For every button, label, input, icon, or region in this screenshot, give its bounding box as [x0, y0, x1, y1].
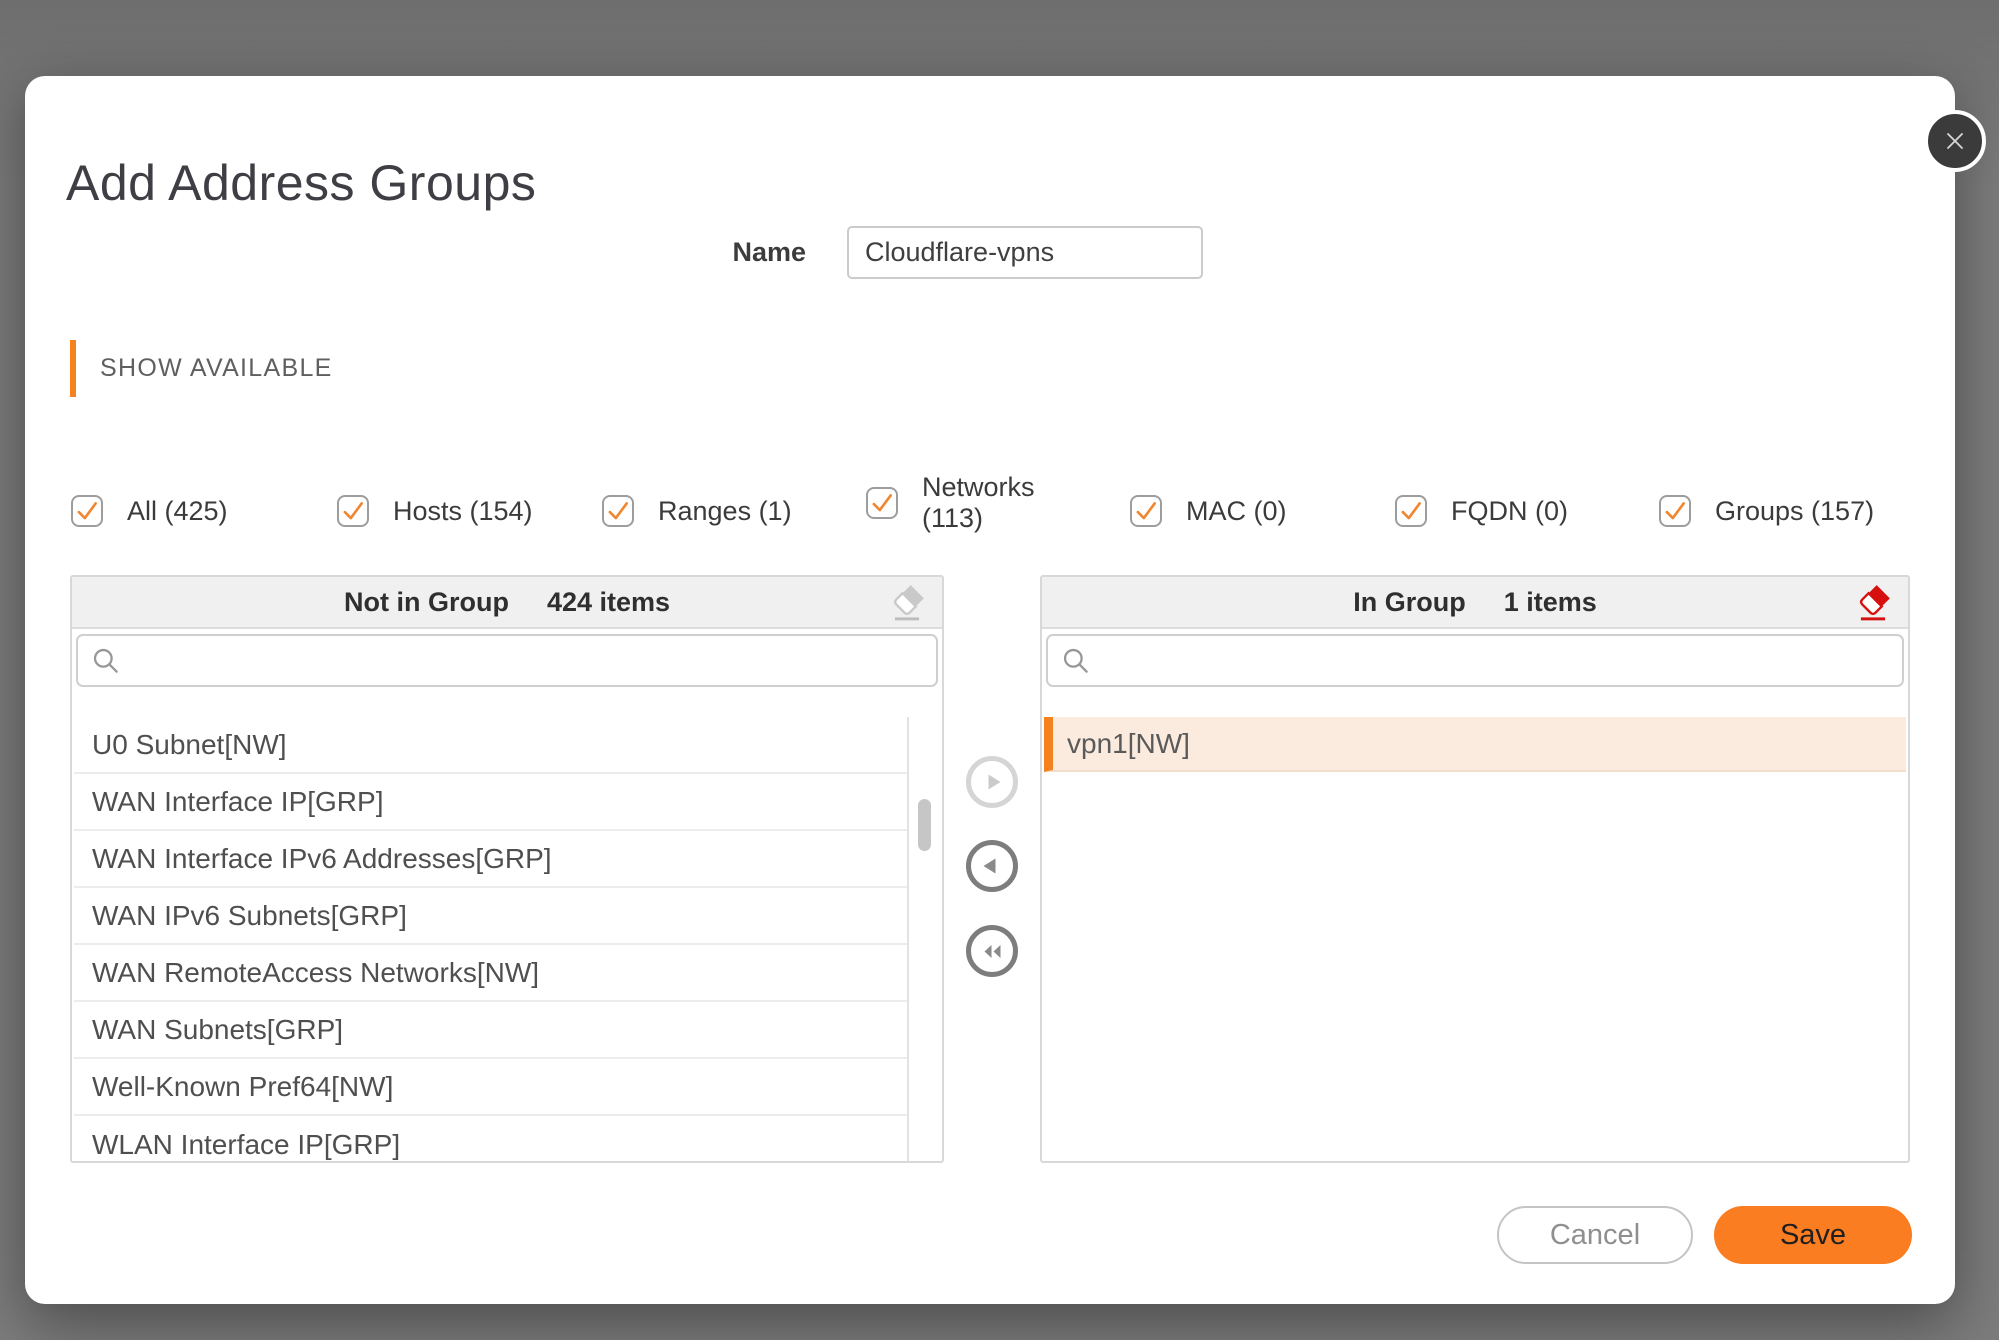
search-icon: [1060, 645, 1092, 677]
panel-title: In Group: [1353, 587, 1465, 618]
filter-ranges[interactable]: Ranges (1): [602, 480, 792, 542]
in-group-list: vpn1[NW]: [1044, 703, 1906, 1161]
filter-label: Networks(113): [922, 472, 1035, 534]
remove-from-group-button[interactable]: [966, 840, 1018, 892]
orange-checkmark-icon: [1133, 498, 1159, 524]
in-group-panel: In Group 1 items: [1040, 575, 1910, 1163]
list-item[interactable]: Well-Known Pref64[NW]: [74, 1059, 907, 1116]
filter-checkbox-fqdn[interactable]: [1395, 495, 1427, 527]
panel-title: Not in Group: [344, 587, 509, 618]
list-item[interactable]: WAN Interface IPv6 Addresses[GRP]: [74, 831, 907, 888]
filter-label: All (425): [127, 496, 228, 527]
modal-backdrop: Add Address Groups Name SHOW AVAILABLE A…: [0, 0, 1999, 1340]
section-accent-bar: [70, 340, 76, 397]
list-item-selected[interactable]: vpn1[NW]: [1044, 717, 1906, 772]
filter-label: Groups (157): [1715, 496, 1874, 527]
orange-checkmark-icon: [74, 498, 100, 524]
section-title: SHOW AVAILABLE: [100, 340, 333, 397]
list-item[interactable]: WLAN Interface IP[GRP]: [74, 1116, 907, 1161]
remove-all-from-group-button[interactable]: [966, 925, 1018, 977]
orange-checkmark-icon: [1398, 498, 1424, 524]
search-icon: [90, 645, 122, 677]
filter-label: MAC (0): [1186, 496, 1287, 527]
filter-mac[interactable]: MAC (0): [1130, 480, 1287, 542]
save-button[interactable]: Save: [1714, 1206, 1912, 1264]
filter-groups[interactable]: Groups (157): [1659, 480, 1874, 542]
filter-networks[interactable]: Networks(113): [866, 464, 1035, 542]
panel-item-count: 1 items: [1504, 587, 1597, 618]
list-item[interactable]: WAN IPv6 Subnets[GRP]: [74, 888, 907, 945]
clear-not-in-group-button[interactable]: [884, 580, 930, 626]
eraser-icon-red: [1851, 580, 1895, 624]
name-label: Name: [585, 226, 806, 278]
close-icon: [1942, 128, 1968, 154]
cancel-button[interactable]: Cancel: [1497, 1206, 1693, 1264]
filter-fqdn[interactable]: FQDN (0): [1395, 480, 1568, 542]
filter-checkbox-groups[interactable]: [1659, 495, 1691, 527]
list-item[interactable]: WAN Subnets[GRP]: [74, 1002, 907, 1059]
filter-checkbox-ranges[interactable]: [602, 495, 634, 527]
filter-label: Ranges (1): [658, 496, 792, 527]
arrow-right-icon: [979, 769, 1005, 795]
clear-in-group-button[interactable]: [1850, 580, 1896, 626]
filter-all[interactable]: All (425): [71, 480, 228, 542]
filter-hosts[interactable]: Hosts (154): [337, 480, 533, 542]
list-item[interactable]: WAN RemoteAccess Networks[NW]: [74, 945, 907, 1002]
filter-checkbox-mac[interactable]: [1130, 495, 1162, 527]
list-item[interactable]: U0 Subnet[NW]: [74, 717, 907, 774]
name-input[interactable]: [847, 226, 1203, 279]
eraser-icon: [885, 580, 929, 624]
not-in-group-header: Not in Group 424 items: [72, 577, 942, 629]
scrollbar-thumb[interactable]: [918, 799, 931, 851]
in-group-search-input[interactable]: [1102, 636, 1890, 685]
filter-label: Hosts (154): [393, 496, 533, 527]
orange-checkmark-icon: [340, 498, 366, 524]
arrow-left-icon: [979, 853, 1005, 879]
scrollbar-track[interactable]: [907, 717, 940, 1161]
in-group-search: [1046, 634, 1904, 687]
not-in-group-search-input[interactable]: [132, 636, 924, 685]
orange-checkmark-icon: [869, 490, 895, 516]
not-in-group-list: U0 Subnet[NW] WAN Interface IP[GRP] WAN …: [74, 703, 940, 1161]
close-button[interactable]: [1924, 110, 1986, 172]
move-to-group-button[interactable]: [966, 756, 1018, 808]
show-available-section: SHOW AVAILABLE: [70, 340, 333, 397]
list-item[interactable]: WAN Interface IP[GRP]: [74, 774, 907, 831]
double-arrow-left-icon: [979, 938, 1006, 965]
orange-checkmark-icon: [605, 498, 631, 524]
filter-checkbox-networks[interactable]: [866, 487, 898, 519]
not-in-group-panel: Not in Group 424 items: [70, 575, 944, 1163]
add-address-groups-dialog: Add Address Groups Name SHOW AVAILABLE A…: [25, 76, 1955, 1304]
filter-checkbox-hosts[interactable]: [337, 495, 369, 527]
orange-checkmark-icon: [1662, 498, 1688, 524]
filter-checkbox-all[interactable]: [71, 495, 103, 527]
filter-label: FQDN (0): [1451, 496, 1568, 527]
not-in-group-search: [76, 634, 938, 687]
dialog-title: Add Address Groups: [66, 154, 536, 212]
panel-item-count: 424 items: [547, 587, 670, 618]
in-group-header: In Group 1 items: [1042, 577, 1908, 629]
